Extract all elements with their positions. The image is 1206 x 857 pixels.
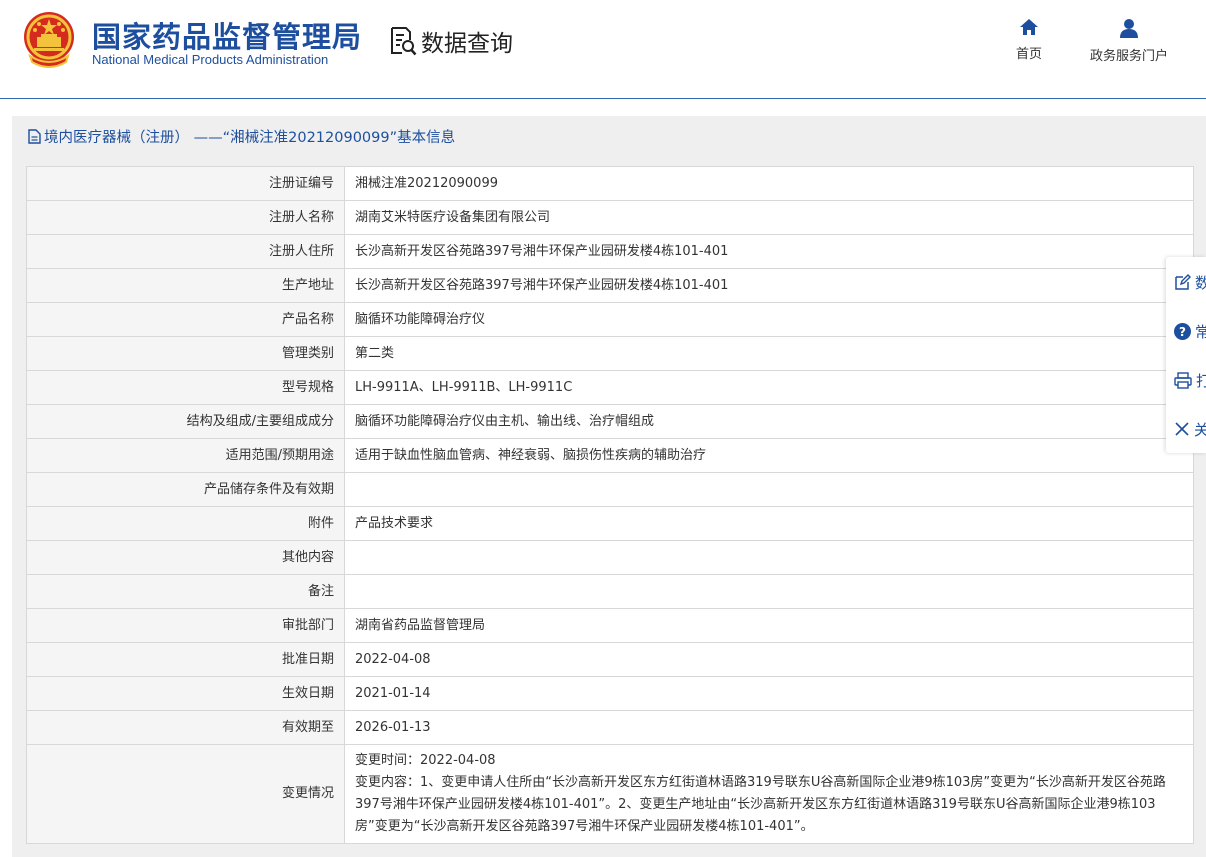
field-value: 适用于缺血性脑血管病、神经衰弱、脑损伤性疾病的辅助治疗 [344,438,1194,473]
field-value: 长沙高新开发区谷苑路397号湘牛环保产业园研发楼4栋101-401 [344,268,1194,303]
data-query-text: 数据查询 [421,31,513,57]
side-item-data[interactable]: 数 [1174,270,1206,294]
national-emblem-icon [24,12,74,68]
document-icon [28,128,41,144]
table-row: 型号规格 LH-9911A、LH-9911B、LH-9911C [26,370,1194,405]
page-title: 境内医疗器械（注册） ——“湘械注准20212090099”基本信息 [44,129,456,146]
svg-text:?: ? [1179,325,1186,339]
field-label: 附件 [26,506,345,541]
field-value: 湖南艾米特医疗设备集团有限公司 [344,200,1194,235]
table-row: 结构及组成/主要组成成分 脑循环功能障碍治疗仪由主机、输出线、治疗帽组成 [26,404,1194,439]
table-row-change: 变更情况 变更时间：2022-04-08 变更内容：1、变更申请人住所由“长沙高新开… [26,744,1194,844]
field-label: 其他内容 [26,540,345,575]
field-value [344,540,1194,575]
table-row: 有效期至 2026-01-13 [26,710,1194,745]
change-record: 变更时间：2022-04-08 变更内容：1、变更申请人住所由“长沙高新开发区东方… [344,744,1194,844]
data-search-icon [391,27,417,56]
side-item-data-label: 数 [1195,273,1206,292]
field-label: 结构及组成/主要组成成分 [26,404,345,439]
field-label: 注册证编号 [26,166,345,201]
side-item-close-label: 关 [1194,420,1206,439]
field-value: 脑循环功能障碍治疗仪 [344,302,1194,337]
nav-home[interactable]: 首页 [1010,18,1048,62]
side-item-close[interactable]: 关 [1174,417,1206,441]
field-value: 湘械注准20212090099 [344,166,1194,201]
user-icon [1120,19,1138,38]
table-row: 产品名称 脑循环功能障碍治疗仪 [26,302,1194,337]
field-value: 第二类 [344,336,1194,371]
field-label: 型号规格 [26,370,345,405]
edit-icon [1175,273,1191,290]
data-query-label: 数据查询 [389,26,513,57]
field-label: 管理类别 [26,336,345,371]
field-value: 产品技术要求 [344,506,1194,541]
nav-portal-label: 政务服务门户 [1089,49,1168,64]
field-label: 备注 [26,574,345,609]
header-divider [0,98,1206,99]
field-value: 湖南省药品监督管理局 [344,608,1194,643]
table-row: 管理类别 第二类 [26,336,1194,371]
site-header: 国家药品监督管理局 National Medical Products Admi… [0,0,1206,99]
field-label: 生效日期 [26,676,345,711]
detail-table: 注册证编号 湘械注准20212090099 注册人名称 湖南艾米特医疗设备集团有限公司… [26,166,1194,844]
change-time: 变更时间：2022-04-08 [355,753,496,768]
table-row: 注册人住所 长沙高新开发区谷苑路397号湘牛环保产业园研发楼4栋101-401 [26,234,1194,269]
site-title-en: National Medical Products Administration [92,52,329,67]
field-label: 生产地址 [26,268,345,303]
print-icon [1174,371,1192,389]
field-label: 注册人名称 [26,200,345,235]
field-value: 脑循环功能障碍治疗仪由主机、输出线、治疗帽组成 [344,404,1194,439]
field-label: 批准日期 [26,642,345,677]
field-value: 2026-01-13 [344,710,1194,745]
side-item-faq-label: 常 [1195,322,1206,341]
table-row: 生产地址 长沙高新开发区谷苑路397号湘牛环保产业园研发楼4栋101-401 [26,268,1194,303]
field-value [344,574,1194,609]
field-label: 产品名称 [26,302,345,337]
field-label: 适用范围/预期用途 [26,438,345,473]
table-row: 注册证编号 湘械注准20212090099 [26,166,1194,201]
field-value: 2022-04-08 [344,642,1194,677]
table-row: 备注 [26,574,1194,609]
table-row: 附件 产品技术要求 [26,506,1194,541]
nav-home-label: 首页 [1015,47,1042,62]
field-label: 变更情况 [26,744,345,844]
table-row: 适用范围/预期用途 适用于缺血性脑血管病、神经衰弱、脑损伤性疾病的辅助治疗 [26,438,1194,473]
field-value: 长沙高新开发区谷苑路397号湘牛环保产业园研发楼4栋101-401 [344,234,1194,269]
side-item-print-label: 打 [1196,371,1206,390]
field-label: 审批部门 [26,608,345,643]
table-row: 生效日期 2021-01-14 [26,676,1194,711]
table-row: 批准日期 2022-04-08 [26,642,1194,677]
home-icon [1020,19,1038,35]
change-content: 变更内容：1、变更申请人住所由“长沙高新开发区东方红街道林语路319号联东U谷高… [355,775,1166,834]
field-value: 2021-01-14 [344,676,1194,711]
help-icon: ? [1174,322,1191,340]
table-row: 审批部门 湖南省药品监督管理局 [26,608,1194,643]
field-label: 有效期至 [26,710,345,745]
detail-table-container: 注册证编号 湘械注准20212090099 注册人名称 湖南艾米特医疗设备集团有限公司… [26,166,1194,844]
field-label: 注册人住所 [26,234,345,269]
close-icon [1175,422,1189,436]
detail-title-bar: 境内医疗器械（注册） ——“湘械注准20212090099”基本信息 [12,116,1206,156]
field-value [344,472,1194,507]
nav-service-portal[interactable]: 政务服务门户 [1082,18,1176,64]
site-title-cn: 国家药品监督管理局 [92,20,363,54]
table-row: 其他内容 [26,540,1194,575]
side-item-print[interactable]: 打 [1174,368,1206,392]
detail-panel: 境内医疗器械（注册） ——“湘械注准20212090099”基本信息 注册证编号… [12,116,1206,857]
side-item-faq[interactable]: ? 常 [1174,319,1206,343]
field-value: LH-9911A、LH-9911B、LH-9911C [344,370,1194,405]
side-tool-panel: 数 ? 常 打 关 [1166,257,1206,453]
table-row: 产品储存条件及有效期 [26,472,1194,507]
table-row: 注册人名称 湖南艾米特医疗设备集团有限公司 [26,200,1194,235]
field-label: 产品储存条件及有效期 [26,472,345,507]
